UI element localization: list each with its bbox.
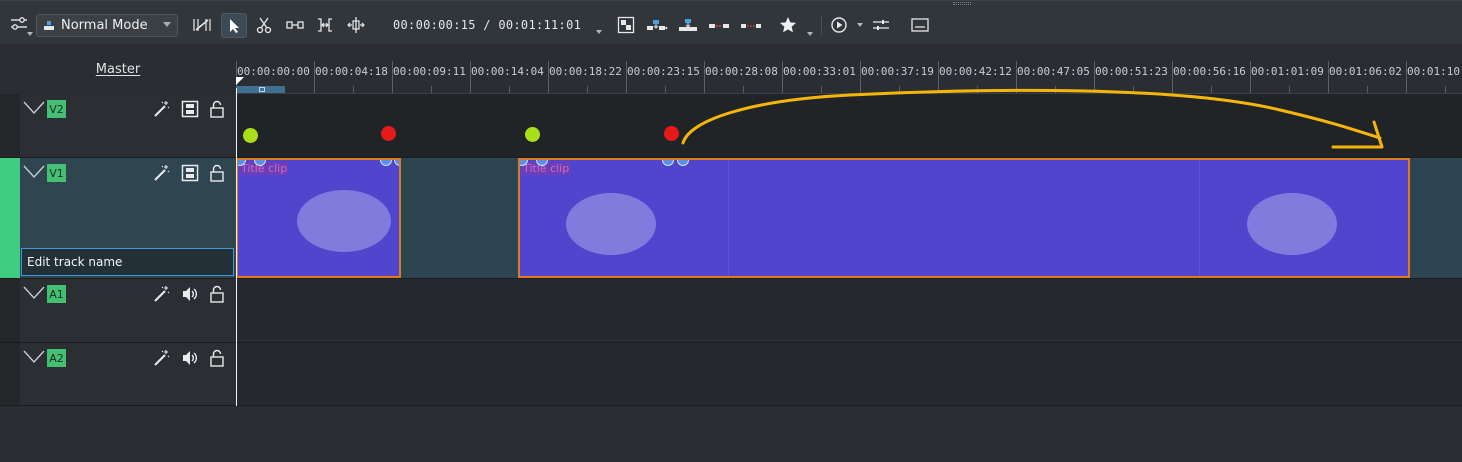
track-lane-a1[interactable] [236,279,1462,343]
ruler-tick-label: 00:01:01:09 [1251,65,1324,78]
chevron-down-icon [163,22,171,27]
ruler-minor-tick [587,86,588,93]
effects-wand-icon[interactable] [151,348,171,368]
chevron-down-icon[interactable] [596,30,602,34]
overwrite-clip-icon[interactable] [677,14,699,36]
track-tag: V1 [47,164,66,182]
mixer-icon[interactable] [870,14,892,36]
toolbar-grip[interactable] [953,2,971,5]
normal-mode-icon [44,20,54,30]
ruler-tick-label: 00:00:51:23 [1095,65,1168,78]
effects-wand-icon[interactable] [151,163,171,183]
ripple-tool-icon[interactable] [314,14,336,36]
master-button[interactable]: Master [0,62,236,77]
track-header-v2[interactable]: V2 [0,94,236,158]
track-header-a1[interactable]: A1 [0,279,236,343]
lift-icon[interactable] [740,14,762,36]
track-color-strip [0,158,20,278]
clip-frame-divider [1199,160,1200,276]
timeline-toolbar: Normal Mode 00:00:00:15 / 00:01:11:01 [0,0,1462,44]
lock-icon[interactable] [207,348,227,368]
composite-icon[interactable] [615,14,637,36]
ruler-minor-tick [509,86,510,93]
title-clip[interactable]: Title clip [518,158,1410,278]
track-header-a2[interactable]: A2 [0,343,236,406]
track-tag: V2 [47,100,66,118]
ruler-tick-label: 00:00:33:01 [783,65,856,78]
start-marker-dot [525,127,540,142]
keyframe-marker[interactable] [380,160,392,166]
toolbar-separator [821,15,822,35]
ruler-tick-label: 00:00:47:05 [1017,65,1090,78]
chevron-down-icon[interactable] [23,101,45,115]
timecode-display[interactable]: 00:00:00:15 / 00:01:11:01 [393,18,581,32]
effects-wand-icon[interactable] [151,99,171,119]
snap-icon[interactable] [191,14,213,36]
track-tag: A2 [47,349,66,367]
chevron-down-icon[interactable] [857,23,863,27]
ruler-tick-label: 00:00:04:18 [315,65,388,78]
track-color-strip [0,279,20,342]
track-name-input[interactable]: Edit track name [21,248,234,276]
chevron-down-icon[interactable] [23,165,45,179]
chevron-down-icon[interactable] [23,286,45,300]
ruler-tick-label: 00:00:28:08 [705,65,778,78]
track-lane-a2[interactable] [236,343,1462,406]
track-color-strip [0,94,20,157]
chevron-down-icon[interactable] [27,32,33,36]
effects-wand-icon[interactable] [151,284,171,304]
zone-handle[interactable] [259,87,265,92]
favorite-effect-icon[interactable] [777,14,799,36]
speaker-icon[interactable] [180,348,200,368]
chevron-down-icon[interactable] [23,350,45,364]
ruler-tick-label: 00:00:23:15 [627,65,700,78]
select-tool-icon[interactable] [221,13,247,38]
clip-thumbnail [566,193,656,255]
clip-frame-divider [728,160,729,276]
timeline-empty-area [0,406,1462,462]
annotation-arrow-icon [681,88,1384,149]
spacer-tool-icon[interactable] [284,14,306,36]
clip-thumbnail [297,190,391,252]
ruler-tick-label: 00:00:14:04 [471,65,544,78]
edit-mode-select[interactable]: Normal Mode [36,14,178,37]
lock-icon[interactable] [207,284,227,304]
video-toggle-icon[interactable] [180,99,200,119]
ruler-minor-tick [1445,86,1446,93]
track-tag: A1 [47,285,66,303]
ruler-tick-label: 00:00:37:19 [861,65,934,78]
ruler-tick-label: 00:00:09:11 [393,65,466,78]
speaker-icon[interactable] [180,284,200,304]
extract-icon[interactable] [708,14,730,36]
playhead-line[interactable] [236,88,237,406]
record-icon[interactable] [828,14,850,36]
subtitle-icon[interactable] [909,14,931,36]
slip-tool-icon[interactable] [345,14,367,36]
lock-icon[interactable] [207,163,227,183]
edit-mode-label: Normal Mode [61,18,148,33]
ruler-minor-tick [353,86,354,93]
start-marker-dot [243,128,258,143]
ruler-tick-label: 00:00:18:22 [549,65,622,78]
ruler-tick-label: 00:00:56:16 [1173,65,1246,78]
insert-clip-icon[interactable] [646,14,668,36]
playhead-handle[interactable] [236,77,244,85]
ruler-tick-label: 00:00:42:12 [939,65,1012,78]
ruler-tick-label: 00:01:06:02 [1329,65,1402,78]
track-color-strip [0,343,20,405]
end-marker-dot [381,126,396,141]
chevron-down-icon[interactable] [807,32,813,36]
ruler-tick-label: 00:00:00:00 [237,65,310,78]
video-toggle-icon[interactable] [180,163,200,183]
keyframe-marker[interactable] [394,160,399,166]
ruler-tick-label: 00:01:10:20 [1407,65,1462,78]
ruler-minor-tick [431,86,432,93]
title-clip[interactable]: Title clip [236,158,401,278]
clip-thumbnail [1247,193,1337,255]
lock-icon[interactable] [207,99,227,119]
razor-tool-icon[interactable] [253,14,275,36]
